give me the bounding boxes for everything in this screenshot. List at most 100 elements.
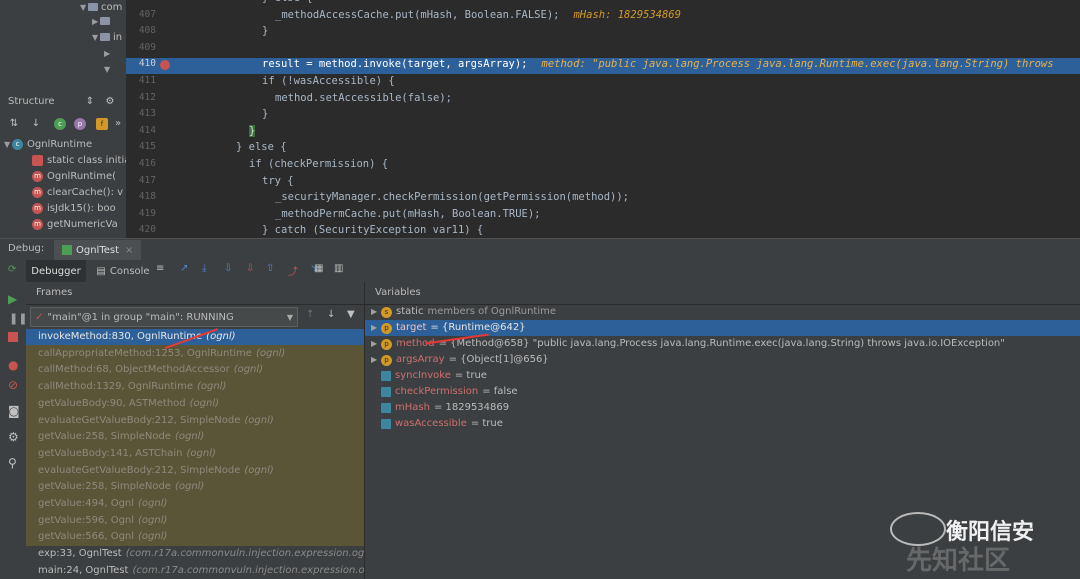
structure-member[interactable]: m isJdk15(): boo <box>32 200 116 216</box>
code-text: result = method.invoke(target, argsArray… <box>262 58 528 71</box>
drop-frame-icon[interactable]: ⤴ <box>288 263 298 278</box>
stop-icon[interactable] <box>8 332 18 342</box>
chevron-down-icon: ▼ <box>104 64 111 74</box>
show-execution-point-icon[interactable]: ↗ <box>180 263 188 274</box>
chevron-right-icon[interactable]: ▶ <box>371 304 381 320</box>
variable-row[interactable]: checkPermission = false <box>371 384 518 400</box>
tree-node[interactable]: ▶ <box>104 46 112 60</box>
force-step-into-icon[interactable]: ⇩ <box>246 263 254 274</box>
frame-package: (ognl) <box>244 464 274 476</box>
variable-name: method <box>396 338 435 349</box>
show-inherited-icon[interactable]: c <box>54 118 66 130</box>
chevron-right-icon[interactable]: ▶ <box>371 352 381 368</box>
code-line: try { <box>262 175 294 187</box>
grid-icon[interactable]: ▥ <box>334 263 343 274</box>
settings-icon[interactable]: ⚙ <box>104 96 116 108</box>
chevron-down-icon: ▼ <box>286 312 293 322</box>
line-number: 420 <box>138 224 156 236</box>
structure-member[interactable]: m OgnlRuntime( <box>32 168 116 184</box>
code-line: if (checkPermission) { <box>249 158 388 170</box>
close-icon[interactable]: × <box>125 245 133 256</box>
stack-frame[interactable]: evaluateGetValueBody:212, SimpleNode (ogn… <box>26 413 364 429</box>
structure-member[interactable]: static class initial <box>32 152 126 168</box>
tree-node[interactable]: ▼ com <box>80 0 122 14</box>
structure-member[interactable]: m getNumericVa <box>32 216 118 232</box>
stack-frame[interactable]: callMethod:1329, OgnlRuntime (ognl) <box>26 379 364 395</box>
variable-row[interactable]: ▶ p target = {Runtime@642} <box>371 320 526 336</box>
stack-frame[interactable]: getValue:258, SimpleNode (ognl) <box>26 479 364 495</box>
more-icon[interactable]: » <box>112 118 124 130</box>
stack-frame[interactable]: getValueBody:90, ASTMethod (ognl) <box>26 396 364 412</box>
stack-frame[interactable]: getValue:494, Ognl (ognl) <box>26 496 364 512</box>
line-number: 413 <box>138 108 156 120</box>
tree-node[interactable]: ▶ <box>92 14 113 28</box>
pin-icon[interactable]: ⚲ <box>8 456 17 470</box>
stack-frame[interactable]: getValueBody:141, ASTChain (ognl) <box>26 446 364 462</box>
chevron-right-icon[interactable]: ▶ <box>371 320 381 336</box>
variable-row[interactable]: ▶ p argsArray = {Object[1]@656} <box>371 352 549 368</box>
class-icon: c <box>12 138 23 150</box>
code-editor[interactable]: } else {_methodAccessCache.put(mHash, Bo… <box>184 0 1080 238</box>
frame-location: getValue:258, SimpleNode <box>38 481 171 493</box>
stack-frame[interactable]: getValue:566, Ognl (ognl) <box>26 529 364 545</box>
step-over-icon[interactable]: ⤓ <box>202 263 206 274</box>
code-text: if (checkPermission) { <box>249 158 389 170</box>
chevron-right-icon[interactable]: ▶ <box>371 336 381 352</box>
view-breakpoints-icon[interactable]: ● <box>8 358 18 372</box>
rerun-icon[interactable]: ⟳ <box>8 264 16 275</box>
code-text: } catch (SecurityException var11) { <box>262 224 484 237</box>
line-number: 414 <box>138 124 156 136</box>
stack-frame[interactable]: callAppropriateMethod:1253, OgnlRuntime(… <box>26 346 364 362</box>
breakpoint-icon[interactable] <box>160 60 170 70</box>
tree-node[interactable]: ▼ in <box>92 30 122 44</box>
sort-alpha-icon[interactable]: ↓ <box>30 118 42 130</box>
static-icon: s <box>381 306 392 318</box>
stack-frame[interactable]: exp:33, OgnlTest (com.r17a.commonvuln.inj… <box>26 546 377 563</box>
sort-visibility-icon[interactable]: ⇅ <box>8 118 20 130</box>
tab-console[interactable]: ▤ Console <box>92 260 154 282</box>
step-into-icon[interactable]: ⇩ <box>224 263 232 274</box>
run-config-icon <box>62 245 72 255</box>
code-text: } <box>262 108 269 121</box>
show-properties-icon[interactable]: p <box>74 118 86 130</box>
variable-value: = 1829534869 <box>433 402 510 413</box>
tab-debugger[interactable]: Debugger <box>26 260 86 284</box>
variable-value: = true <box>454 370 487 381</box>
line-number: 419 <box>138 207 156 219</box>
show-fields-icon[interactable]: f <box>96 118 108 130</box>
line-number: 406 <box>126 0 156 3</box>
code-text: _methodAccessCache.put(mHash, Boolean.FA… <box>275 8 560 21</box>
arrow-up-icon[interactable]: ↑ <box>306 309 314 320</box>
thread-selector[interactable]: ✓ "main"@1 in group "main": RUNNING ▼ <box>30 307 298 327</box>
pause-icon[interactable]: ❚❚ <box>9 312 27 325</box>
stack-frame[interactable]: main:24, OgnlTest (com.r17a.commonvuln.in… <box>26 562 384 579</box>
code-line: _methodAccessCache.put(mHash, Boolean.FA… <box>275 9 681 21</box>
variable-row[interactable]: ▶ s static members of OgnlRuntime <box>371 304 556 320</box>
stack-frame[interactable]: evaluateGetValueBody:212, SimpleNode (ogn… <box>26 463 364 479</box>
evaluate-expression-icon[interactable]: ▦ <box>314 263 323 274</box>
resume-icon[interactable]: ▶ <box>8 292 17 306</box>
filter-icon[interactable]: ▼ <box>347 309 355 320</box>
settings-icon[interactable]: ⚙ <box>8 430 19 444</box>
expand-all-icon[interactable]: ⇕ <box>84 96 96 108</box>
tree-node[interactable]: ▼ <box>104 62 112 76</box>
variable-row[interactable]: wasAccessible = true <box>371 416 503 432</box>
arrow-down-icon[interactable]: ↓ <box>327 309 335 320</box>
debug-session-tab[interactable]: OgnlTest × <box>54 240 142 260</box>
camera-icon[interactable]: ◙ <box>8 404 20 418</box>
stack-frame[interactable]: callMethod:68, ObjectMethodAccessor (ognl… <box>26 362 364 378</box>
structure-class[interactable]: ▼ c OgnlRuntime <box>4 136 92 152</box>
structure-member[interactable]: m clearCache(): v <box>32 184 123 200</box>
mute-breakpoints-icon[interactable]: ⊘ <box>8 378 18 392</box>
layout-icon[interactable]: ≡ <box>156 263 164 274</box>
stack-frame[interactable]: getValue:258, SimpleNode (ognl) <box>26 429 364 445</box>
variable-row[interactable]: syncInvoke = true <box>371 368 487 384</box>
chevron-down-icon: ▼ <box>92 32 99 42</box>
frame-location: callAppropriateMethod:1253, OgnlRuntime <box>38 347 252 359</box>
folder-icon <box>100 33 110 41</box>
step-out-icon[interactable]: ⇧ <box>266 263 274 274</box>
frame-location: getValue:566, Ognl <box>38 531 135 543</box>
parameter-icon: p <box>381 322 392 334</box>
variable-row[interactable]: mHash = 1829534869 <box>371 400 509 416</box>
stack-frame[interactable]: getValue:596, Ognl (ognl) <box>26 513 364 529</box>
